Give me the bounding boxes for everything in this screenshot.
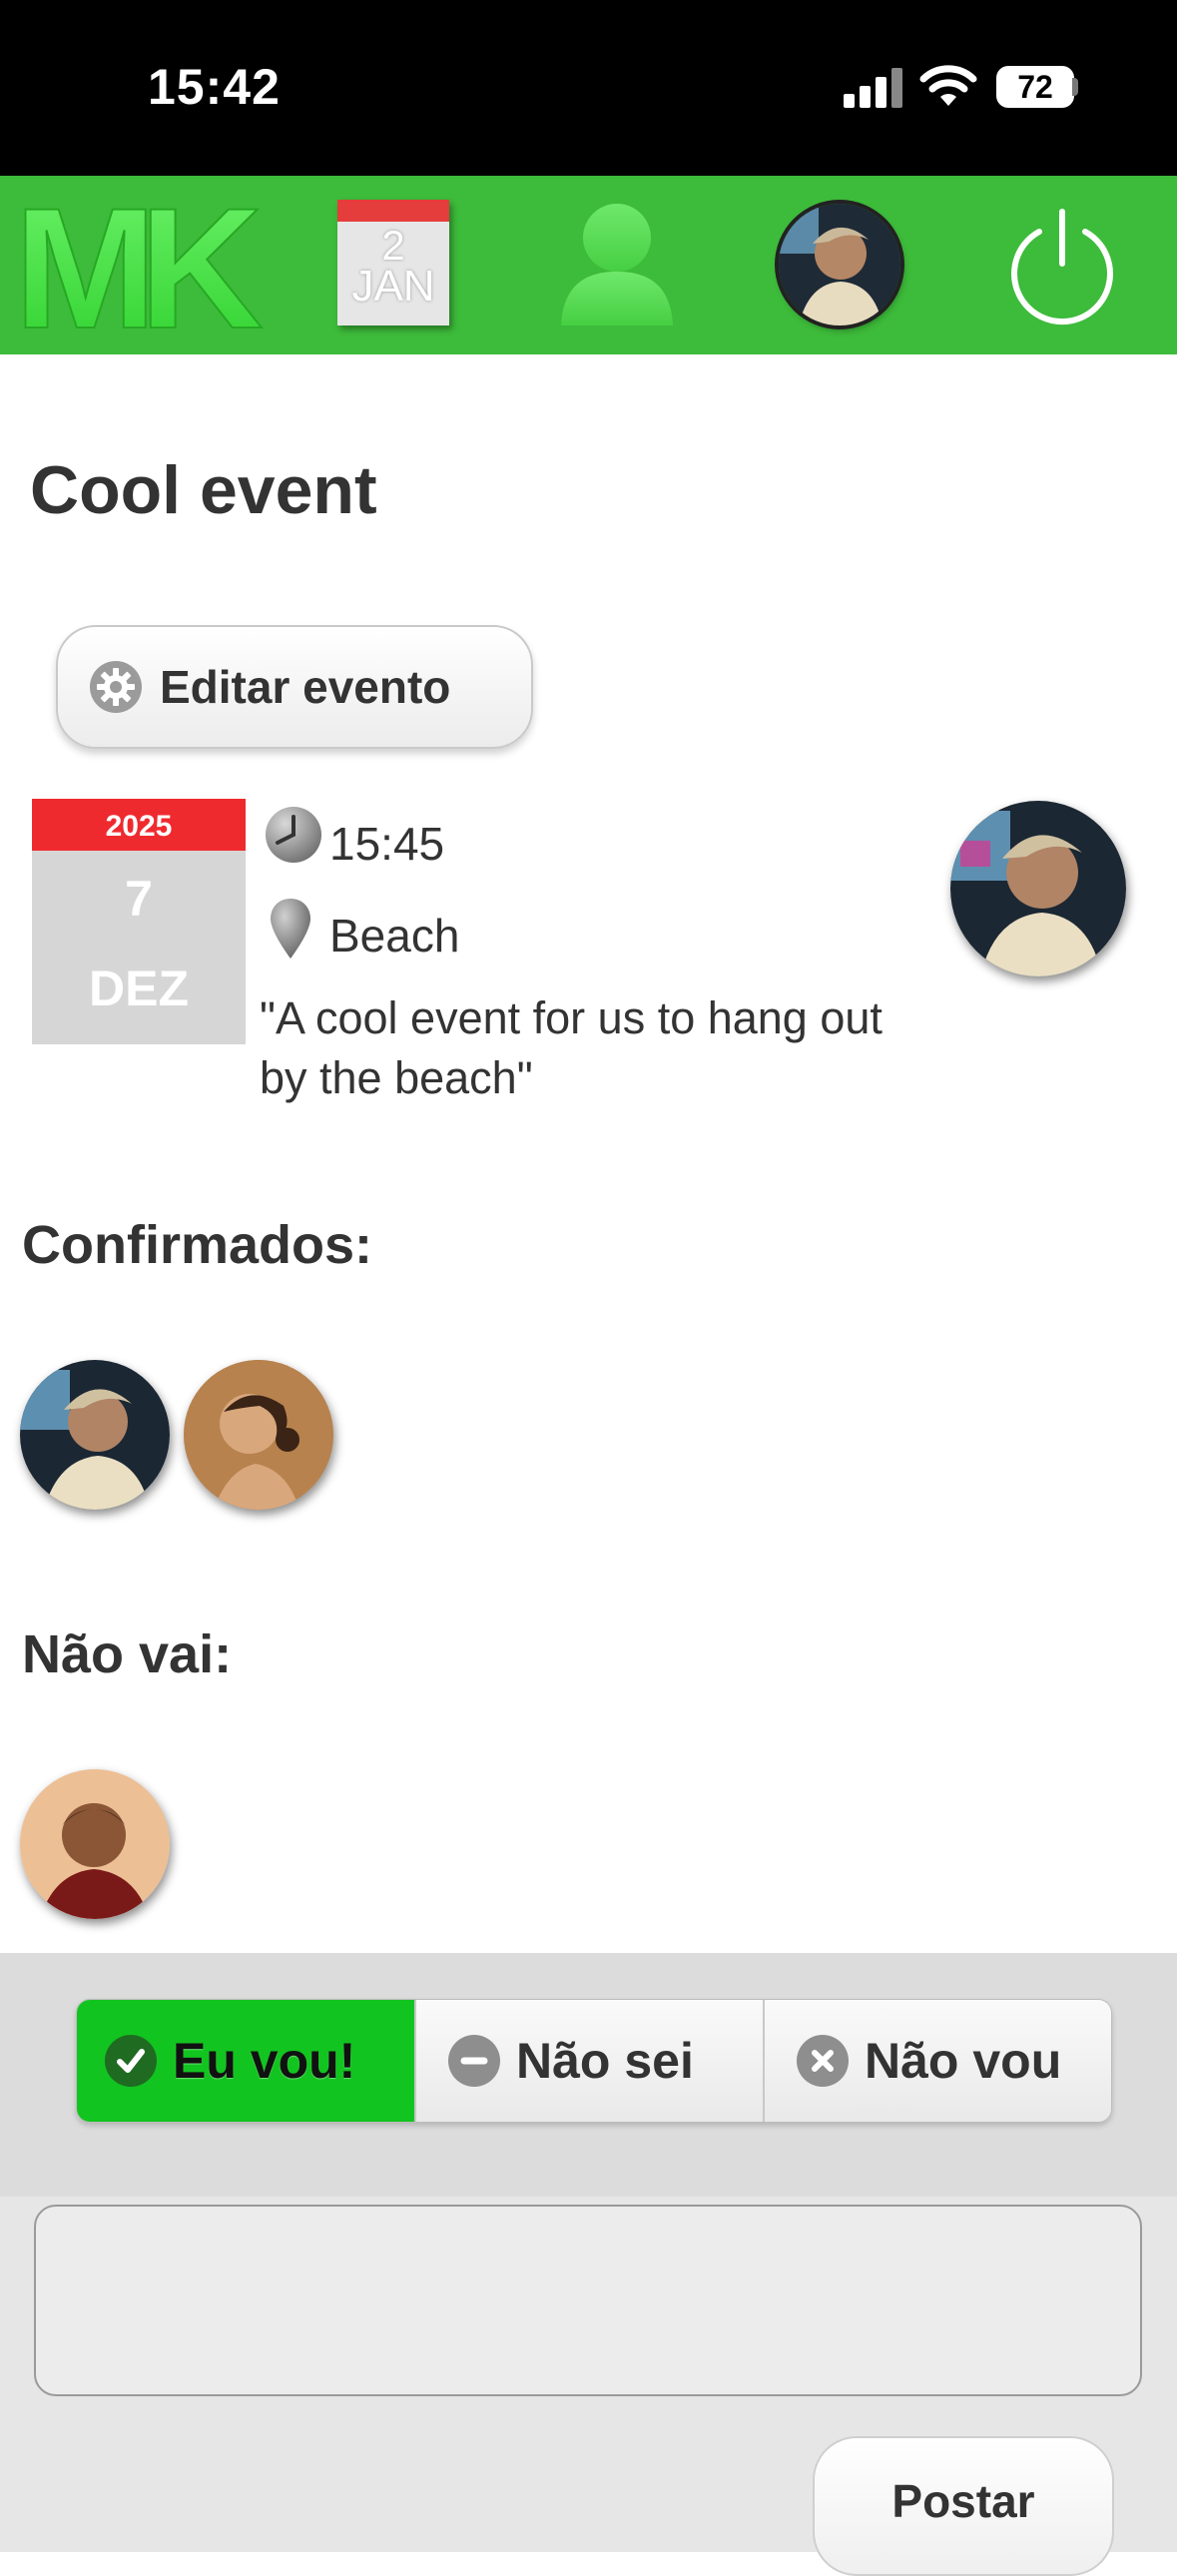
check-icon <box>105 2035 157 2087</box>
rsvp-maybe-button[interactable]: Não sei <box>414 2000 763 2122</box>
edit-event-button[interactable]: Editar evento <box>56 625 533 749</box>
rsvp-no-button[interactable]: Não vou <box>763 2000 1111 2122</box>
battery-level: 72 <box>1017 69 1053 105</box>
battery-tip <box>1072 78 1078 96</box>
user-avatar[interactable] <box>779 204 900 325</box>
mk-logo[interactable]: MK <box>14 188 269 337</box>
event-description: "A cool event for us to hang out by the … <box>260 992 883 1103</box>
clock-icon <box>266 807 321 863</box>
not-going-avatar[interactable] <box>20 1769 170 1919</box>
not-going-title: Não vai: <box>22 1624 233 1684</box>
page-title: Cool event <box>30 452 377 528</box>
confirmed-avatar[interactable] <box>184 1360 333 1510</box>
rsvp-button-group: Eu vou! Não sei Não vou <box>76 1999 1112 2123</box>
host-avatar[interactable] <box>950 801 1126 976</box>
edit-event-label: Editar evento <box>160 661 451 713</box>
rsvp-yes-label: Eu vou! <box>173 2033 356 2089</box>
avatar-photo-icon <box>779 204 900 325</box>
location-pin-icon <box>271 899 310 959</box>
event-location: Beach <box>329 910 460 962</box>
rsvp-bar: Eu vou! Não sei Não vou <box>0 1953 1177 2197</box>
svg-text:MK: MK <box>14 188 262 337</box>
signal-icon <box>844 66 903 108</box>
minus-icon <box>448 2035 500 2087</box>
status-time: 15:42 <box>148 59 281 115</box>
confirmed-title: Confirmados: <box>22 1215 372 1275</box>
comment-area: Postar <box>0 2197 1177 2576</box>
event-date-day: 7 <box>125 871 153 927</box>
event-time: 15:45 <box>329 818 445 870</box>
avatar-photo-icon <box>20 1769 170 1919</box>
rsvp-no-label: Não vou <box>865 2033 1062 2089</box>
calendar-month: JAN <box>351 262 435 311</box>
calendar-day: 2 <box>381 222 405 269</box>
power-icon[interactable] <box>1001 206 1123 327</box>
wifi-icon <box>919 65 977 106</box>
battery-icon: 72 <box>996 66 1074 108</box>
avatar-photo-icon <box>184 1360 333 1510</box>
confirmed-avatar[interactable] <box>20 1360 170 1510</box>
event-date-year: 2025 <box>32 799 246 851</box>
calendar-header-strip <box>337 200 449 222</box>
rsvp-maybe-label: Não sei <box>516 2033 694 2089</box>
rsvp-yes-button[interactable]: Eu vou! <box>77 2000 414 2122</box>
event-date-month: DEZ <box>89 961 189 1016</box>
gear-icon <box>90 661 142 713</box>
calendar-button[interactable]: 2 JAN <box>337 200 449 325</box>
avatar-photo-icon <box>950 801 1126 976</box>
event-date-calendar: 2025 7 DEZ <box>32 799 246 1044</box>
comment-input[interactable] <box>34 2205 1142 2396</box>
post-button[interactable]: Postar <box>813 2436 1114 2576</box>
app-header: MK 2 JAN <box>0 176 1177 354</box>
avatar-photo-icon <box>20 1360 170 1510</box>
close-icon <box>797 2035 849 2087</box>
status-bar: 15:42 72 <box>0 0 1177 176</box>
profile-icon[interactable] <box>555 198 679 327</box>
